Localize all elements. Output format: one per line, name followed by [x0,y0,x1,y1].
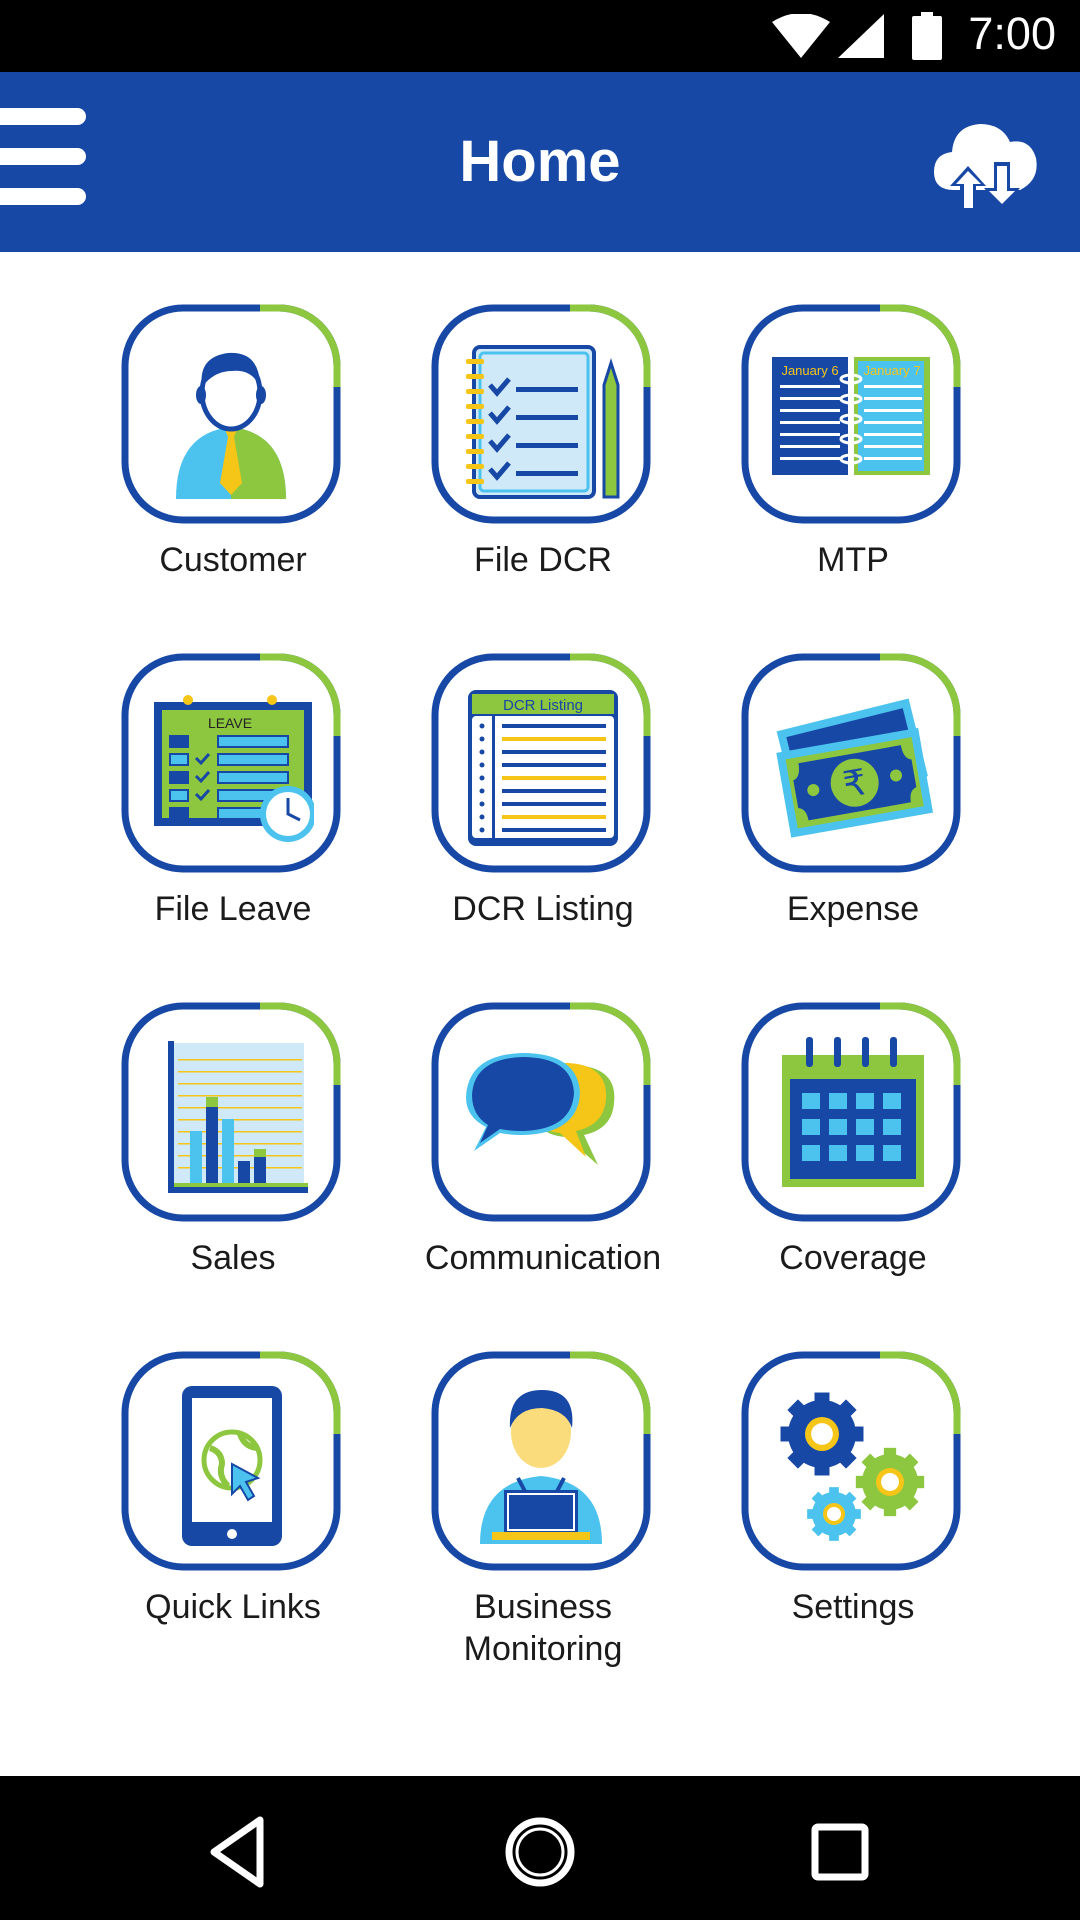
tile-label: File DCR [474,541,612,579]
calendar-icon [782,1037,924,1187]
tile-label: Coverage [779,1239,927,1277]
checklist-icon [466,345,620,499]
svg-text:January 7: January 7 [863,363,920,378]
tile-label: MTP [817,541,889,579]
tile-label: Sales [190,1239,276,1277]
planner-icon: January 6 January 7 [772,357,930,475]
cloud-sync-icon [934,124,1037,212]
status-time: 7:00 [968,8,1056,59]
battery-icon [912,12,942,60]
recents-button[interactable] [800,1812,880,1892]
tile-label: DCR Listing [452,890,634,928]
tile-label: Quick Links [145,1588,321,1626]
status-bar: 7:00 [0,0,1080,72]
navigation-bar [0,1776,1080,1920]
wifi-icon [772,14,830,58]
gears-icon [780,1392,925,1541]
tile-label: File Leave [154,890,312,928]
customer-icon [176,352,286,499]
recents-icon [811,1823,869,1881]
svg-text:January 6: January 6 [781,363,838,378]
user-laptop-icon [480,1390,602,1544]
tile-label: Settings [791,1588,915,1626]
chat-bubbles-icon [466,1053,615,1165]
tile-label: Communication [424,1239,662,1277]
cloud-sync-button[interactable] [932,112,1038,212]
tablet-link-icon [182,1386,282,1546]
leave-calendar-icon: LEAVE [154,695,314,842]
cellular-signal-icon [838,14,884,58]
svg-text:LEAVE: LEAVE [208,715,252,731]
tile-label: Expense [786,890,920,928]
back-button[interactable] [200,1812,280,1892]
svg-text:DCR Listing: DCR Listing [503,697,583,714]
page-title: Home [459,129,621,194]
tile-label: Business Monitoring [463,1588,623,1668]
bar-chart-icon [168,1041,308,1193]
tile-label: Customer [159,541,307,579]
app-bar: Home [0,72,1080,252]
list-icon: DCR Listing [468,690,618,846]
home-icon [505,1817,575,1887]
back-icon [210,1816,264,1888]
home-button[interactable] [500,1812,580,1892]
currency-notes-icon: ₹ [776,698,934,838]
menu-icon [0,108,86,125]
